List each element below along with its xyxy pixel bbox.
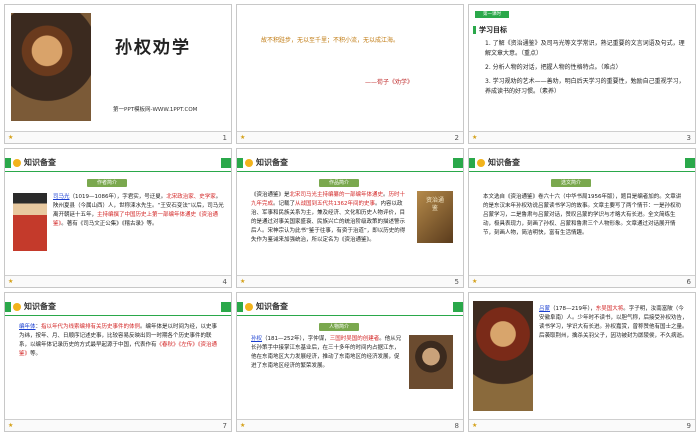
body-text: 司马光（1019—1086年），字君实，号迂叟。北宋政治家、史学家。陕州夏县（今… <box>53 194 224 227</box>
goal-item: 3. 学习规劝的艺术——善劝，明白后天学习的重要性，勉励自己重视学习，养成读书的… <box>485 78 685 95</box>
slide-thumbnail-1[interactable]: 孙权劝学 第一PPT模板网-WWW.1PPT.COM ★ 1 <box>4 4 232 144</box>
lu-meng-portrait-image <box>473 301 533 411</box>
sun-quan-portrait-image <box>11 13 91 121</box>
section-tag: 人物简介 <box>319 323 360 331</box>
slide-header: 知识备查 <box>5 301 231 316</box>
body-text: 孙权（181—252年），字仲谋，三国时吴国的创建者。他从兄长孙策手中接掌江东基… <box>251 336 402 369</box>
header-title: 知识备查 <box>24 158 56 167</box>
section-tag: 选文简介 <box>551 179 592 187</box>
slide-footer <box>237 275 463 287</box>
slide-number: 4 <box>222 278 227 286</box>
star-icon: ★ <box>472 278 478 285</box>
slide-thumbnail-7[interactable]: 知识备查 编年体：指以年代为线索编排有关历史事件的体例。编年体是以时间为经，以史… <box>4 292 232 432</box>
slide-thumbnail-2[interactable]: 故不积跬步，无以至千里；不积小流，无以成江海。 ——荀子《劝学》 ★ 2 <box>236 4 464 144</box>
slide-thumbnail-9[interactable]: 吕蒙（178—219年），东吴国大将。字子明，汝南富陂（今安徽阜南）人。少年时不… <box>468 292 696 432</box>
body-text: 编年体：指以年代为线索编排有关历史事件的体例。编年体是以时间为经，以史事为纬，按… <box>19 324 218 357</box>
goal-item: 1. 了解《资治通鉴》及司马光等文学常识，熟记重要的文言词语及句式，理解文章大意… <box>485 40 685 57</box>
quote-source: ——荀子《劝学》 <box>365 79 414 86</box>
slide-number: 6 <box>686 278 691 286</box>
star-icon: ★ <box>472 134 478 141</box>
star-icon: ★ <box>240 278 246 285</box>
section-tag: 作品简介 <box>319 179 360 187</box>
slide-thumbnail-5[interactable]: 知识备查 作品简介 《资治通鉴》是北宋司马光主持编纂的一部编年体通史。历时十九年… <box>236 148 464 288</box>
slide-thumbnail-8[interactable]: 知识备查 人物简介 孙权（181—252年），字仲谋，三国时吴国的创建者。他从兄… <box>236 292 464 432</box>
lesson-badge: 第一课时 <box>475 11 509 18</box>
slide-number: 3 <box>686 134 691 142</box>
slide-number: 7 <box>222 422 227 430</box>
quote-text: 故不积跬步，无以至千里；不积小流，无以成江海。 <box>261 37 400 44</box>
sun-quan-portrait-image <box>409 335 453 389</box>
slide-thumbnail-3[interactable]: 第一课时 学习目标 1. 了解《资治通鉴》及司马光等文学常识，熟记重要的文言词语… <box>468 4 696 144</box>
slide-number: 2 <box>454 134 459 142</box>
section-title: 学习目标 <box>479 26 507 34</box>
section-tag: 作者简介 <box>87 179 128 187</box>
section-marker <box>473 26 476 34</box>
star-icon: ★ <box>240 422 246 429</box>
star-icon: ★ <box>8 134 14 141</box>
body-text: 《资治通鉴》是北宋司马光主持编纂的一部编年体通史。历时十九年完成。记载了从战国到… <box>251 192 406 243</box>
header-title: 知识备查 <box>256 158 288 167</box>
header-title: 知识备查 <box>256 302 288 311</box>
goal-item: 2. 分析人物的对话，把握人物的性格特点。（难点） <box>485 64 622 71</box>
body-text: 本文选自《资治通鉴》卷六十六（中华书局1956年版），题目是编者加的。文章讲的是… <box>483 194 682 236</box>
slide-header: 知识备查 <box>237 301 463 316</box>
slide-header: 知识备查 <box>469 157 695 172</box>
star-icon: ★ <box>472 422 478 429</box>
slide-header: 知识备查 <box>237 157 463 172</box>
slide-thumbnail-6[interactable]: 知识备查 选文简介 本文选自《资治通鉴》卷六十六（中华书局1956年版），题目是… <box>468 148 696 288</box>
slide-footer <box>469 275 695 287</box>
template-site-text: 第一PPT模板网-WWW.1PPT.COM <box>113 107 198 113</box>
header-title: 知识备查 <box>488 158 520 167</box>
slide-title: 孙权劝学 <box>115 38 191 58</box>
slide-number: 5 <box>454 278 459 286</box>
learning-goals-list: 1. 了解《资治通鉴》及司马光等文学常识，熟记重要的文言词语及句式，理解文章大意… <box>485 39 689 101</box>
slide-footer <box>5 131 231 143</box>
book-cover-image: 资治通鉴 <box>417 191 453 243</box>
slide-number: 8 <box>454 422 459 430</box>
slide-footer <box>237 131 463 143</box>
star-icon: ★ <box>8 422 14 429</box>
star-icon: ★ <box>240 134 246 141</box>
sima-guang-portrait-image <box>13 193 47 251</box>
slide-footer <box>469 131 695 143</box>
slide-footer <box>469 419 695 431</box>
slide-number: 1 <box>222 134 227 142</box>
slide-number: 9 <box>686 422 691 430</box>
body-text: 吕蒙（178—219年），东吴国大将。字子明，汝南富陂（今安徽阜南）人。少年时不… <box>539 306 688 339</box>
star-icon: ★ <box>8 278 14 285</box>
header-title: 知识备查 <box>24 302 56 311</box>
slide-footer <box>5 275 231 287</box>
slide-footer <box>237 419 463 431</box>
slide-header: 知识备查 <box>5 157 231 172</box>
slide-footer <box>5 419 231 431</box>
slide-thumbnail-4[interactable]: 知识备查 作者简介 司马光（1019—1086年），字君实，号迂叟。北宋政治家、… <box>4 148 232 288</box>
